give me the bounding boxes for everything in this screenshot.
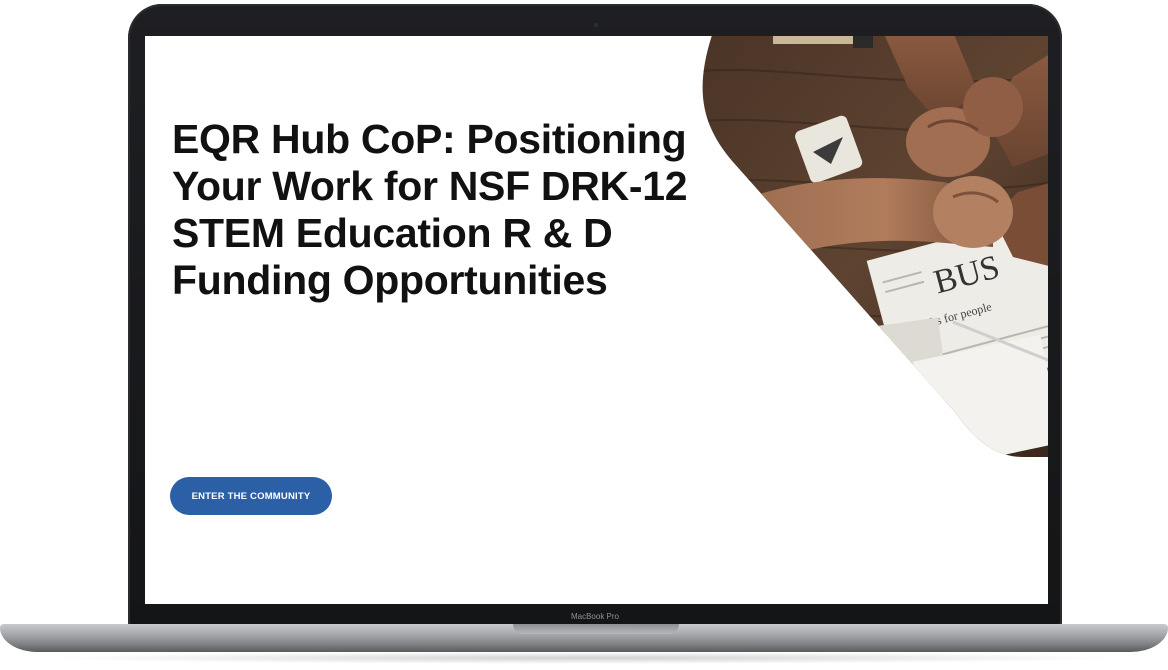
device-brand-label: MacBook Pro — [570, 612, 620, 621]
laptop-base-notch — [513, 624, 679, 634]
camera-dot — [594, 23, 598, 27]
enter-community-button[interactable]: ENTER THE COMMUNITY — [170, 477, 332, 515]
page-title: EQR Hub CoP: Positioning Your Work for N… — [172, 116, 688, 303]
hero-image: BUS at jobs for people avel — [702, 36, 1048, 457]
laptop-mockup: EQR Hub CoP: Positioning Your Work for N… — [0, 0, 1168, 670]
laptop-shadow — [40, 652, 1128, 664]
laptop-screen: EQR Hub CoP: Positioning Your Work for N… — [145, 36, 1048, 604]
